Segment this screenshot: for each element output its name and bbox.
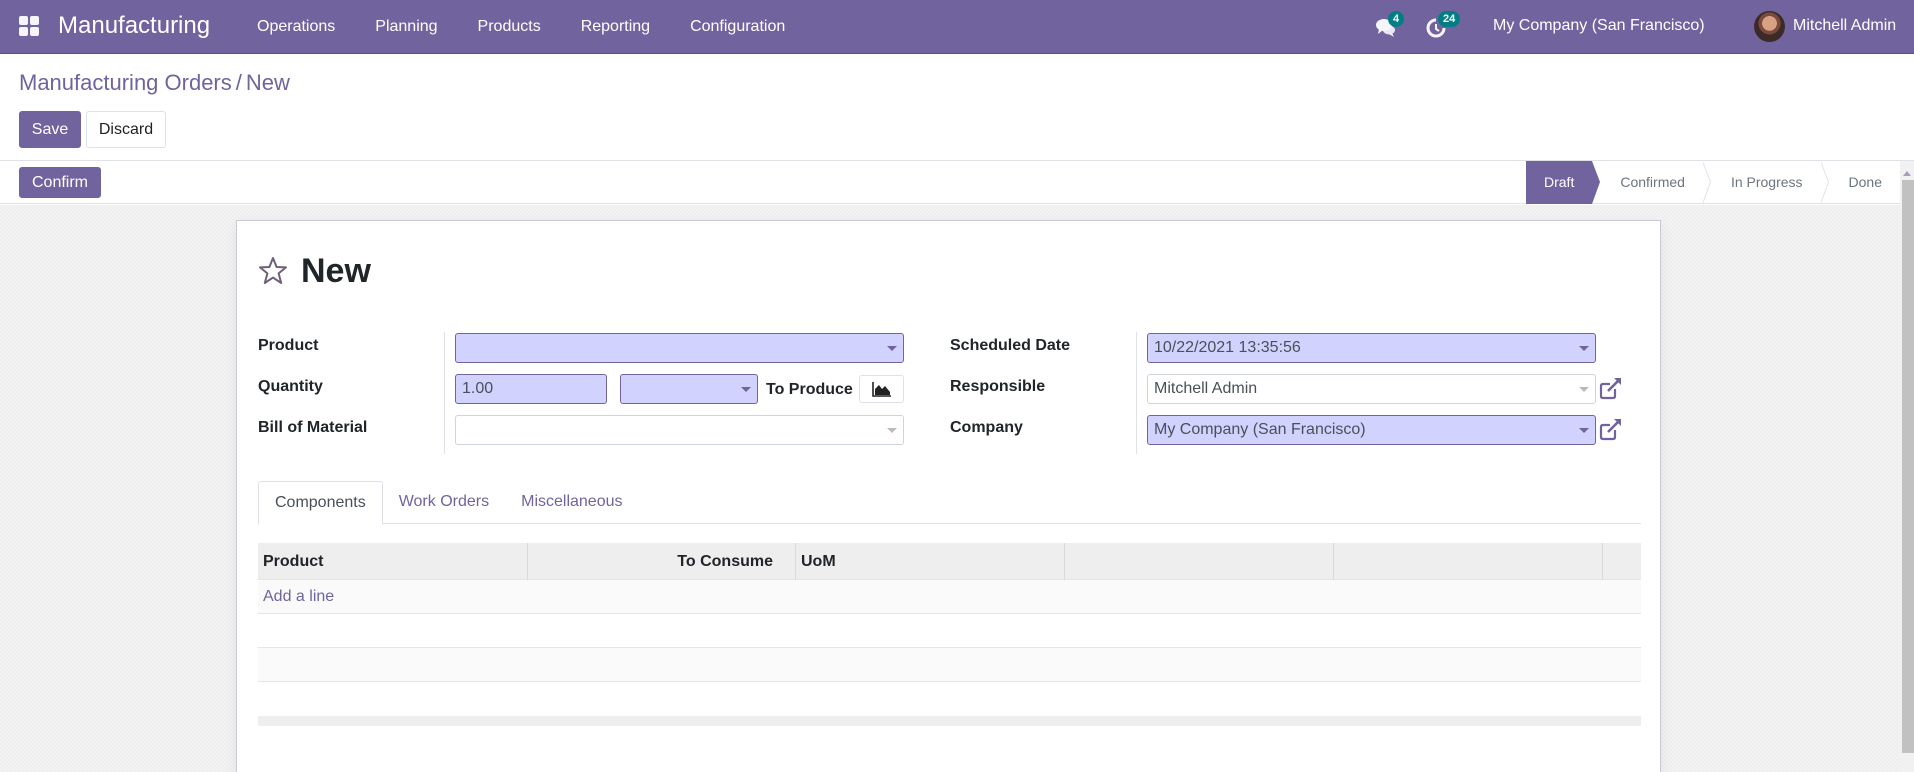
column-header-product[interactable]: Product [258,543,528,580]
responsible-field[interactable]: Mitchell Admin [1147,374,1596,404]
responsible-external-link-icon[interactable] [1598,375,1624,401]
user-name: Mitchell Admin [1793,17,1897,34]
discard-button[interactable]: Discard [86,111,166,148]
status-step-done[interactable]: Done [1821,161,1900,204]
star-icon[interactable] [257,255,289,287]
product-label: Product [258,337,319,354]
status-steps: Draft Confirmed In Progress Done [1526,161,1900,204]
column-header-empty-1 [1065,543,1334,580]
company-label: Company [950,419,1023,436]
scheduled-date-value: 10/22/2021 13:35:56 [1154,339,1301,356]
column-header-uom[interactable]: UoM [796,543,1065,580]
add-line-link[interactable]: Add a line [258,580,1641,614]
menu-configuration[interactable]: Configuration [670,0,805,54]
bom-field[interactable] [455,415,904,445]
messages-button[interactable]: 4 [1375,11,1405,40]
menu-operations[interactable]: Operations [237,0,355,54]
scroll-up-arrow-icon[interactable] [1903,171,1911,176]
activities-button[interactable]: 24 [1425,11,1461,40]
breadcrumb-parent[interactable]: Manufacturing Orders [19,70,232,95]
company-switcher[interactable]: My Company (San Francisco) [1493,0,1705,52]
company-external-link-icon[interactable] [1598,416,1624,442]
status-step-draft[interactable]: Draft [1526,161,1601,204]
bom-dropdown-caret-icon[interactable] [887,428,897,433]
table-header: Product To Consume UoM [258,543,1641,580]
menu-reporting[interactable]: Reporting [561,0,670,54]
scheduled-date-label: Scheduled Date [950,337,1071,354]
activities-badge: 24 [1438,11,1461,27]
scheduled-date-caret-icon[interactable] [1579,346,1589,351]
column-header-to-consume[interactable]: To Consume [528,543,796,580]
messages-badge: 4 [1388,11,1405,27]
scroll-thumb[interactable] [1902,180,1914,753]
components-table: Product To Consume UoM Add a line [258,543,1641,726]
vertical-scrollbar[interactable] [1900,161,1914,772]
scheduled-date-field[interactable]: 10/22/2021 13:35:56 [1147,333,1596,363]
product-dropdown-caret-icon[interactable] [887,346,897,351]
to-produce-label: To Produce [766,381,853,398]
breadcrumb-current: New [245,70,290,95]
table-row [258,648,1641,682]
company-value: My Company (San Francisco) [1154,421,1366,438]
control-panel: Manufacturing Orders / New Save Discard [0,55,1914,161]
status-step-confirmed[interactable]: Confirmed [1592,161,1711,204]
area-chart-icon [871,382,891,397]
table-row-add-line: Add a line [258,580,1641,614]
tab-components[interactable]: Components [258,481,383,525]
right-group-divider [1136,332,1137,454]
menu-products[interactable]: Products [458,0,561,54]
confirm-button[interactable]: Confirm [19,167,101,198]
quantity-label: Quantity [258,378,323,395]
bom-label: Bill of Material [258,419,368,436]
uom-dropdown-caret-icon[interactable] [741,387,751,392]
column-header-empty-2 [1334,543,1603,580]
apps-menu-icon[interactable] [19,16,39,36]
uom-select[interactable] [620,374,758,404]
responsible-label: Responsible [950,378,1046,395]
status-step-in-progress[interactable]: In Progress [1703,161,1829,204]
responsible-caret-icon[interactable] [1579,387,1589,392]
avatar [1754,10,1785,42]
company-field[interactable]: My Company (San Francisco) [1147,415,1596,445]
breadcrumb: Manufacturing Orders / New [19,69,290,97]
statusbar: Confirm Draft Confirmed In Progress Done [0,161,1900,204]
table-footer [258,716,1641,726]
menu-planning[interactable]: Planning [355,0,457,54]
form-sheet: New Product Quantity Bill of Material 1.… [236,220,1661,772]
top-navbar: Manufacturing Operations Planning Produc… [0,0,1914,54]
tab-miscellaneous[interactable]: Miscellaneous [505,481,638,524]
responsible-value: Mitchell Admin [1154,380,1258,397]
tab-work-orders[interactable]: Work Orders [383,481,505,524]
column-header-optional[interactable] [1603,543,1641,580]
app-name[interactable]: Manufacturing [58,11,210,41]
left-group-divider [444,332,445,454]
table-row [258,614,1641,648]
notebook-tabs: Components Work Orders Miscellaneous [258,481,1641,525]
product-field[interactable] [455,333,904,363]
main-menu: Operations Planning Products Reporting C… [237,0,805,54]
save-button[interactable]: Save [19,111,81,148]
quantity-input[interactable]: 1.00 [455,374,607,404]
user-menu[interactable]: Mitchell Admin [1754,10,1896,42]
quantity-value: 1.00 [462,380,494,397]
record-title: New [301,252,371,290]
breadcrumb-separator: / [235,70,242,95]
title-row: New [257,251,371,291]
company-caret-icon[interactable] [1579,428,1589,433]
forecast-chart-button[interactable] [859,375,904,403]
